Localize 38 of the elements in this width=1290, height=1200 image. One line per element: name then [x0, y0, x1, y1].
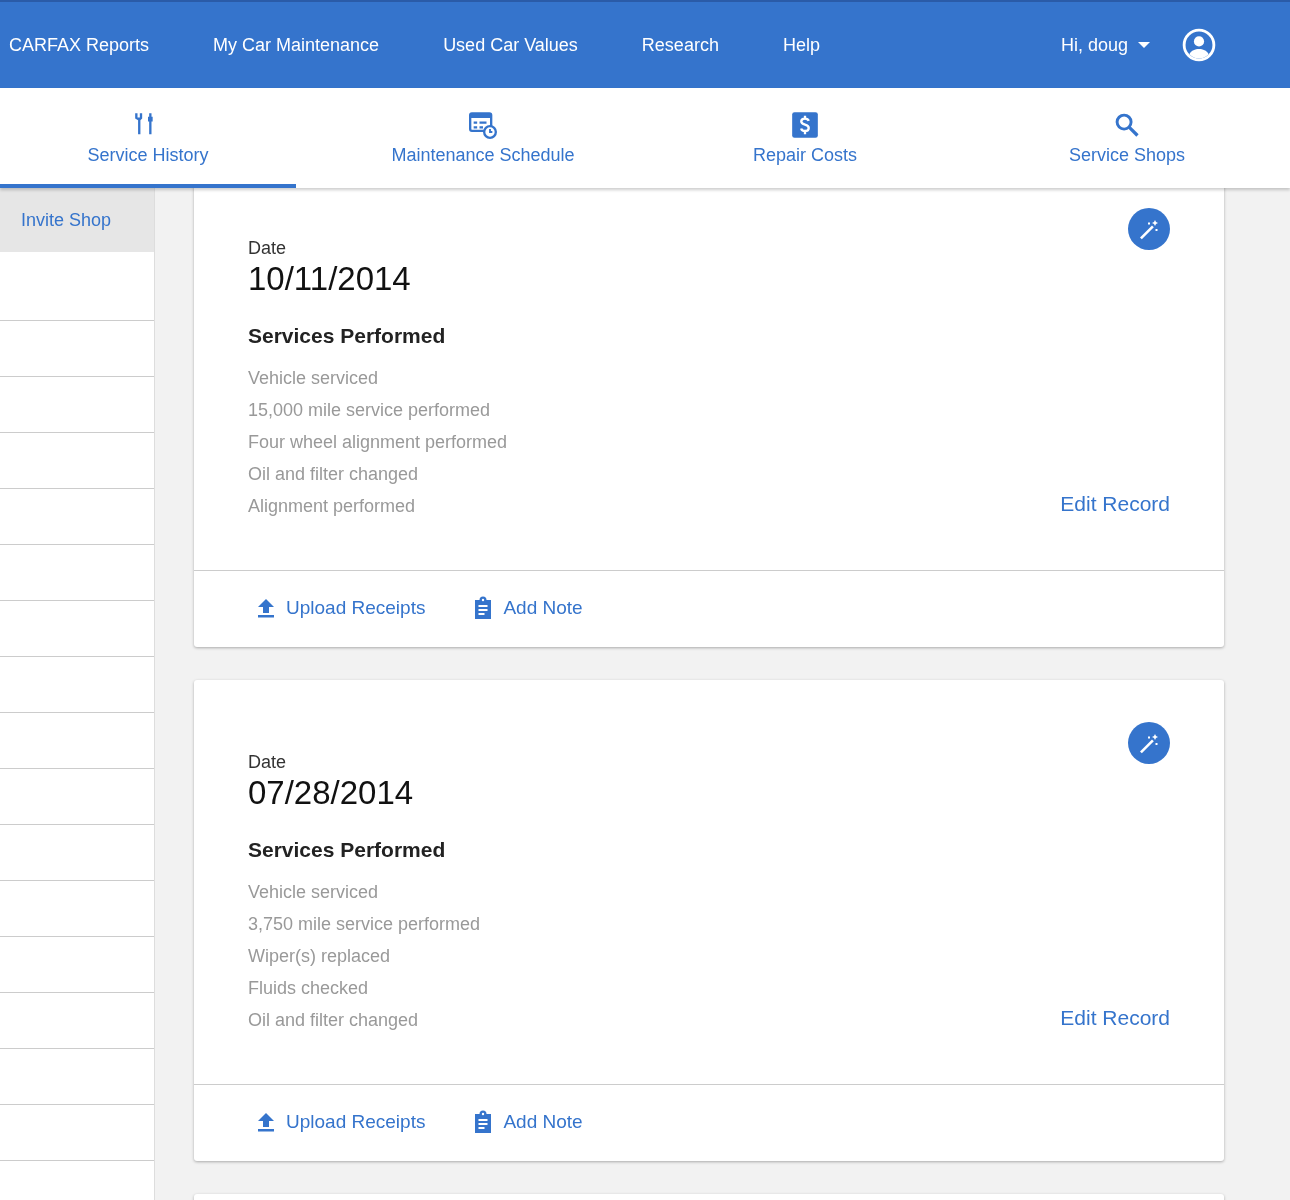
action-link[interactable]: Add Note — [471, 595, 583, 621]
nav-tab[interactable]: Maintenance Schedule — [322, 88, 644, 188]
nav-tab[interactable]: Repair Costs — [644, 88, 966, 188]
nav-link[interactable]: CARFAX Reports — [9, 34, 150, 56]
nav-link[interactable]: Used Car Values — [443, 34, 578, 56]
date-label: Date — [248, 752, 288, 773]
caret-icon — [1138, 42, 1150, 48]
service-item: 15,000 mile service performed — [248, 399, 492, 422]
nav-link[interactable]: Research — [641, 34, 719, 56]
service-item: Vehicle serviced — [248, 367, 380, 390]
section-title: Services Performed — [248, 838, 447, 862]
user-menu[interactable]: Hi, doug — [1060, 34, 1150, 56]
nav-tab[interactable]: Service Shops — [966, 88, 1288, 188]
calendar-clock-icon — [469, 110, 497, 139]
dollar-sign-icon — [791, 110, 819, 139]
service-item: Fluids checked — [248, 977, 370, 1000]
service-item: Four wheel alignment performed — [248, 431, 508, 454]
sidebar-item[interactable]: Invite Shop — [0, 188, 154, 252]
user-avatar-icon[interactable] — [1182, 28, 1216, 62]
service-item: Oil and filter changed — [248, 1009, 420, 1032]
magic-wand-button[interactable] — [1128, 208, 1170, 250]
edit-record-link[interactable]: Edit Record — [1060, 1006, 1170, 1030]
action-link[interactable]: Upload Receipts — [254, 1109, 426, 1135]
edit-record-link[interactable]: Edit Record — [1060, 492, 1170, 516]
action-link[interactable]: Upload Receipts — [254, 595, 426, 621]
service-item: Oil and filter changed — [248, 463, 420, 486]
date-label: Date — [248, 238, 288, 259]
service-item: Wiper(s) replaced — [248, 945, 392, 968]
service-item: 3,750 mile service performed — [248, 913, 481, 936]
service-item: Vehicle serviced — [248, 881, 380, 904]
magic-wand-button[interactable] — [1128, 722, 1170, 764]
action-link[interactable]: Add Note — [471, 1109, 583, 1135]
nav-link[interactable]: My Car Maintenance — [213, 34, 380, 56]
date-value: 07/28/2014 — [248, 774, 415, 812]
date-value: 10/11/2014 — [248, 260, 412, 298]
nav-link[interactable]: Help — [782, 34, 820, 56]
service-item: Alignment performed — [248, 495, 417, 518]
section-title: Services Performed — [248, 324, 447, 348]
